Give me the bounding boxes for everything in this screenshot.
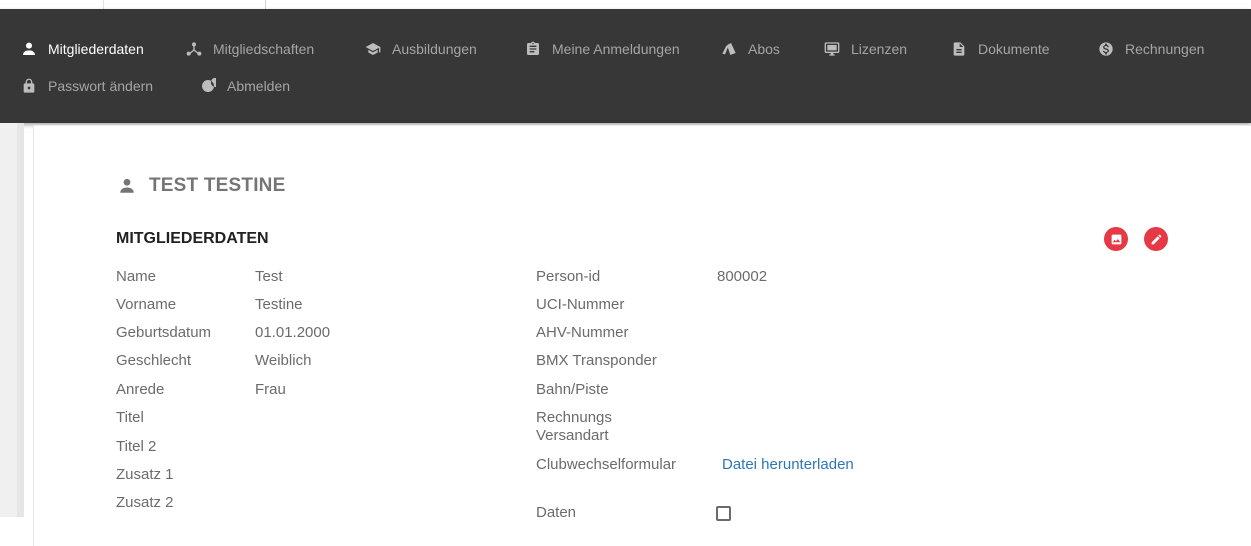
document-icon — [950, 40, 968, 58]
monitor-icon — [823, 40, 841, 58]
nav-item-passwort-aendern[interactable]: Passwort ändern — [20, 75, 153, 97]
lock-icon — [20, 77, 38, 95]
graduation-cap-icon — [364, 40, 382, 58]
field-value-vorname: Testine — [255, 296, 303, 313]
field-label-clubwechselformular: Clubwechselformular — [536, 456, 677, 473]
page-gutter — [0, 123, 17, 517]
field-label-zusatz-1: Zusatz 1 — [116, 466, 174, 483]
field-label-titel-2: Titel 2 — [116, 438, 157, 455]
field-value-name: Test — [255, 268, 283, 285]
power-icon — [199, 77, 217, 95]
field-label-daten: Daten — [536, 504, 577, 521]
field-label-anrede: Anrede — [116, 381, 165, 398]
download-file-link[interactable]: Datei herunterladen — [722, 456, 854, 474]
field-label-person-id: Person-id — [536, 268, 601, 285]
field-label-titel: Titel — [116, 409, 144, 426]
top-strip — [0, 0, 1251, 9]
person-icon — [118, 177, 136, 195]
cards-icon — [720, 40, 738, 58]
nav-item-label: Abos — [748, 41, 780, 57]
field-label-versandart: Versandart — [536, 427, 609, 444]
nav-item-mitgliederdaten[interactable]: Mitgliederdaten — [20, 38, 144, 60]
nav-item-abos[interactable]: Abos — [720, 38, 780, 60]
section-title: MITGLIEDERDATEN — [116, 230, 269, 247]
field-label-uci-nummer: UCI-Nummer — [536, 296, 625, 313]
person-icon — [20, 40, 38, 58]
field-label-zusatz-2: Zusatz 2 — [116, 494, 174, 511]
field-label-geschlecht: Geschlecht — [116, 352, 192, 369]
nav-item-dokumente[interactable]: Dokumente — [950, 38, 1050, 60]
tab-divider — [265, 0, 266, 9]
main-navbar: Mitgliederdaten Mitgliedschaften Ausbild… — [0, 9, 1251, 123]
clipboard-icon — [524, 40, 542, 58]
nav-item-label: Mitgliedschaften — [213, 41, 315, 57]
daten-checkbox[interactable] — [716, 506, 731, 521]
nav-item-label: Ausbildungen — [392, 41, 477, 57]
nav-item-label: Passwort ändern — [48, 78, 154, 94]
nav-item-rechnungen[interactable]: Rechnungen — [1097, 38, 1204, 60]
field-label-bmx-transponder: BMX Transponder — [536, 352, 657, 369]
dollar-circle-icon — [1097, 40, 1115, 58]
field-label-geburtsdatum: Geburtsdatum — [116, 324, 212, 341]
field-value-person-id: 800002 — [717, 268, 768, 285]
field-value-anrede: Frau — [255, 381, 286, 398]
field-label-rechnungs: Rechnungs — [536, 409, 612, 426]
image-button[interactable] — [1104, 227, 1128, 251]
nav-item-label: Abmelden — [227, 78, 291, 94]
field-label-bahn-piste: Bahn/Piste — [536, 381, 609, 398]
page-title-text: TEST TESTINE — [149, 175, 286, 196]
nav-item-meine-anmeldungen[interactable]: Meine Anmeldungen — [524, 38, 680, 60]
page-gutter — [17, 123, 24, 517]
nav-item-ausbildungen[interactable]: Ausbildungen — [364, 38, 477, 60]
hub-icon — [185, 40, 203, 58]
nav-item-label: Rechnungen — [1125, 41, 1205, 57]
field-value-geschlecht: Weiblich — [255, 352, 312, 369]
page-title: TEST TESTINE — [118, 174, 285, 198]
pencil-icon — [1151, 234, 1161, 244]
image-icon — [1111, 234, 1121, 244]
edit-button[interactable] — [1144, 227, 1168, 251]
nav-item-abmelden[interactable]: Abmelden — [199, 75, 290, 97]
nav-item-label: Dokumente — [978, 41, 1050, 57]
nav-item-label: Meine Anmeldungen — [552, 41, 680, 57]
field-value-geburtsdatum: 01.01.2000 — [255, 324, 331, 341]
field-label-name: Name — [116, 268, 157, 285]
nav-item-label: Lizenzen — [851, 41, 908, 57]
nav-item-mitgliedschaften[interactable]: Mitgliedschaften — [185, 38, 314, 60]
nav-item-lizenzen[interactable]: Lizenzen — [823, 38, 907, 60]
nav-item-label: Mitgliederdaten — [48, 41, 144, 57]
field-label-ahv-nummer: AHV-Nummer — [536, 324, 629, 341]
field-label-vorname: Vorname — [116, 296, 177, 313]
tab-divider — [103, 0, 104, 9]
